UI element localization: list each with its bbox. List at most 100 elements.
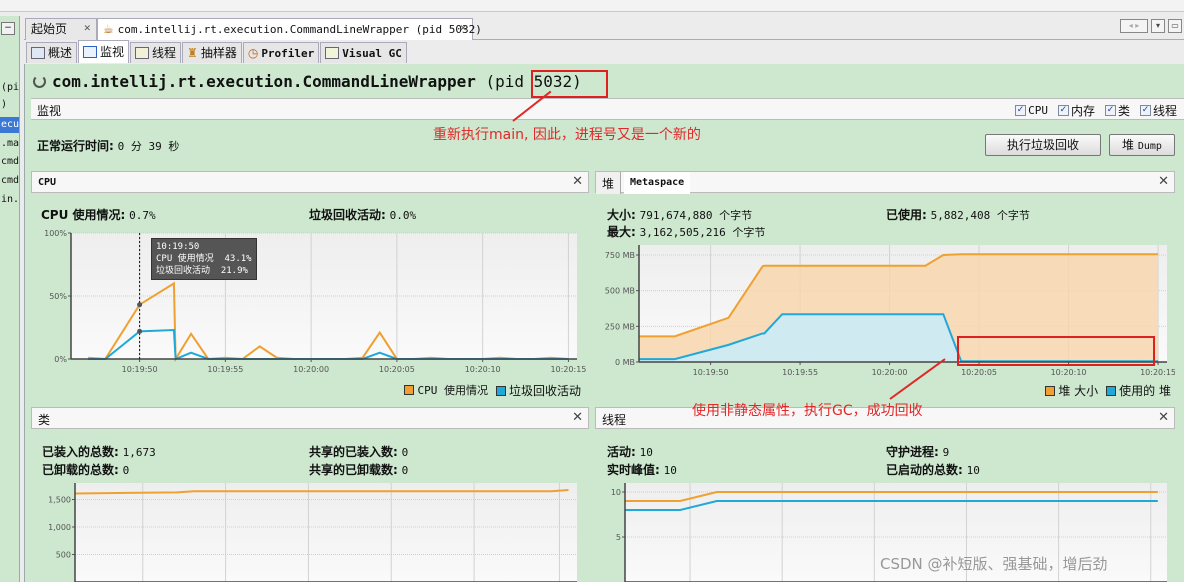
tab-list-dropdown-icon[interactable]: ▾ — [1151, 19, 1165, 33]
checkbox-checked-icon: ✓ — [1015, 105, 1027, 116]
heap-size-label: 大小: — [607, 208, 636, 222]
heap-used-label: 已使用: — [886, 208, 927, 222]
memory-checkbox[interactable]: ✓ 内存 — [1057, 102, 1095, 119]
annotation-gc-note: 使用非静态属性，执行GC，成功回收 — [692, 403, 923, 419]
legend-label: CPU 使用情况 — [417, 384, 488, 397]
tab-label: 起始页 — [31, 22, 68, 36]
tab-metaspace[interactable]: Metaspace — [624, 172, 691, 194]
close-tab-icon[interactable]: ✕ — [459, 19, 467, 39]
panel-title: CPU — [38, 177, 57, 188]
close-panel-icon[interactable]: ✕ — [1158, 410, 1169, 425]
y-tick-label: 5 — [616, 533, 621, 542]
x-tick-label: 10:19:55 — [207, 365, 243, 374]
app-list-item[interactable]: in. — [0, 192, 19, 208]
minimize-panel-button[interactable]: − — [1, 22, 15, 35]
monitor-view: com.intellij.rt.execution.CommandLineWra… — [24, 64, 1184, 582]
y-tick-label: 1,500 — [48, 496, 71, 505]
heap-dump-button[interactable]: 堆 Dump — [1109, 134, 1175, 156]
watermark: CSDN @补短版、强基础，增后劲 — [880, 555, 1108, 573]
perform-gc-button[interactable]: 执行垃圾回收 — [985, 134, 1101, 156]
annotation-box-pid — [531, 70, 608, 98]
tab-threads[interactable]: 线程 — [130, 42, 182, 63]
tab-overview[interactable]: 概述 — [26, 42, 78, 63]
cpu-usage-label: CPU 使用情况: — [41, 208, 126, 222]
y-tick-label: 0 MB — [615, 358, 635, 367]
daemon-threads-value: 9 — [942, 446, 950, 459]
legend-swatch — [1045, 386, 1056, 396]
legend-label: 使用的 堆 — [1119, 384, 1171, 398]
close-panel-icon[interactable]: ✕ — [572, 410, 583, 425]
close-panel-icon[interactable]: ✕ — [1158, 174, 1169, 189]
app-list-item-selected[interactable]: ecu — [0, 117, 19, 133]
maximize-icon[interactable]: ▭ — [1168, 19, 1182, 33]
heap-size-value: 791,674,880 个字节 — [639, 209, 753, 222]
heap-panel: 堆 Metaspace ✕ 大小: 791,674,880 个字节 最大: 3,… — [595, 171, 1175, 403]
loaded-classes-label: 已装入的总数: — [42, 445, 119, 459]
button-label: Dump — [1137, 141, 1162, 152]
y-tick-label: 250 MB — [605, 322, 635, 331]
tab-heap[interactable]: 堆 — [596, 172, 622, 194]
close-tab-icon[interactable]: ✕ — [83, 19, 91, 39]
tab-sampler[interactable]: ♜ 抽样器 — [182, 42, 242, 63]
plot-area — [75, 483, 577, 582]
app-list-item[interactable]: ) — [0, 97, 19, 113]
legend-label: 堆 大小 — [1058, 384, 1099, 398]
checkbox-label: 内存 — [1070, 104, 1095, 118]
cpu-checkbox[interactable]: ✓ CPU — [1015, 102, 1048, 119]
legend-swatch — [1106, 386, 1117, 396]
y-tick-label: 100% — [44, 229, 67, 238]
hover-point-gc — [137, 328, 143, 334]
x-tick-label: 10:20:10 — [465, 365, 501, 374]
app-list-item[interactable]: .ma — [0, 136, 19, 152]
app-list-item[interactable]: cmd — [0, 154, 19, 170]
window-controls: ◂ ▸ ▾ ▭ — [1120, 19, 1182, 35]
refresh-spinner-icon — [33, 75, 46, 88]
legend-item-used-heap: 使用的 堆 — [1106, 382, 1171, 399]
app-list-item[interactable]: cmd — [0, 173, 19, 189]
document-tabs: 起始页 ✕ ☕ com.intellij.rt.execution.Comman… — [24, 18, 1184, 40]
tab-label: Profiler — [261, 46, 315, 60]
threads-checkbox[interactable]: ✓ 线程 — [1139, 102, 1177, 119]
classes-checkbox[interactable]: ✓ 类 — [1104, 102, 1130, 119]
legend-item-cpu: CPU 使用情况 — [404, 382, 488, 399]
tab-label: 监视 — [100, 44, 125, 59]
x-tick-label: 10:20:05 — [379, 365, 415, 374]
checkbox-checked-icon: ✓ — [1139, 105, 1151, 116]
x-tick-label: 10:19:50 — [693, 368, 729, 377]
legend-item-gc: 垃圾回收活动 — [495, 382, 581, 399]
y-tick-label: 10 — [611, 488, 621, 497]
scroll-tabs-button[interactable]: ◂ ▸ — [1120, 19, 1148, 33]
shared-unloaded-value: 0 — [401, 464, 409, 477]
uptime-label: 正常运行时间: — [37, 139, 114, 153]
app-list-item[interactable]: (pi — [0, 80, 19, 96]
monitor-section-bar: 监视 ✓ CPU ✓ 内存 ✓ 类 ✓ 线程 — [31, 98, 1184, 120]
y-tick-label: 50% — [49, 292, 67, 301]
annotation-box-gc — [957, 336, 1155, 366]
x-tick-label: 10:19:55 — [782, 368, 818, 377]
x-tick-label: 10:20:10 — [1051, 368, 1087, 377]
tab-process[interactable]: ☕ com.intellij.rt.execution.CommandLineW… — [97, 18, 482, 40]
monitor-icon — [83, 46, 98, 58]
profiler-clock-icon: ◷ — [247, 45, 259, 60]
process-name: com.intellij.rt.execution.CommandLineWra… — [52, 72, 476, 91]
tab-monitor[interactable]: 监视 — [78, 40, 130, 63]
checkbox-checked-icon: ✓ — [1104, 105, 1116, 116]
started-threads-label: 已启动的总数: — [886, 463, 963, 477]
tab-visual-gc[interactable]: Visual GC — [320, 42, 407, 63]
tab-profiler[interactable]: ◷ Profiler — [242, 42, 320, 63]
close-panel-icon[interactable]: ✕ — [572, 174, 583, 189]
y-tick-label: 750 MB — [605, 251, 635, 260]
x-tick-label: 10:20:00 — [293, 365, 329, 374]
shared-loaded-value: 0 — [401, 446, 409, 459]
checkbox-checked-icon: ✓ — [1057, 105, 1069, 116]
tab-label: 抽样器 — [200, 45, 237, 60]
checkbox-label: 类 — [1117, 104, 1130, 118]
tab-label: 线程 — [152, 45, 177, 60]
loaded-classes-value: 1,673 — [122, 446, 156, 459]
tab-start-page[interactable]: 起始页 ✕ — [25, 18, 97, 40]
threads-icon — [135, 47, 150, 59]
legend-swatch — [404, 385, 415, 395]
shared-unloaded-label: 共享的已卸载数: — [309, 463, 398, 477]
classes-panel: 类 ✕ 已装入的总数: 1,673 已卸载的总数: 0 共享的已装入数: 0 共享… — [31, 407, 589, 582]
uptime: 正常运行时间: 0 分 39 秒 — [37, 137, 179, 154]
